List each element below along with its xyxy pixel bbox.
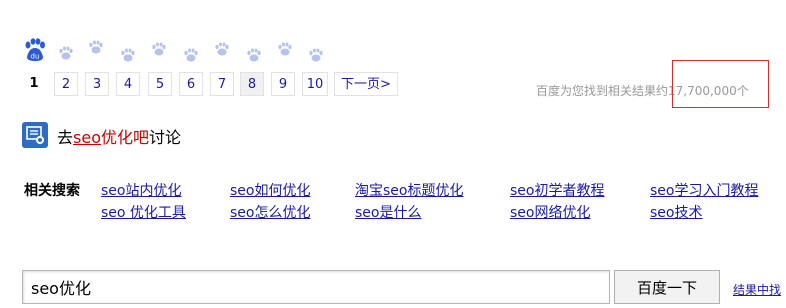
related-search-link[interactable]: seo如何优化: [230, 180, 310, 200]
tieba-link[interactable]: seo优化吧: [73, 128, 149, 147]
related-search-link[interactable]: seo怎么优化: [230, 202, 310, 222]
page-8-link[interactable]: 8: [240, 72, 264, 96]
related-search-link[interactable]: seo网络优化: [510, 202, 590, 222]
tieba-prefix: 去: [57, 128, 74, 147]
related-search-link[interactable]: 淘宝seo标题优化: [355, 180, 463, 200]
paw-icon: [246, 48, 262, 62]
tieba-suffix: 讨论: [149, 128, 182, 147]
tieba-discussion-icon: [22, 122, 48, 148]
paw-icon: [183, 48, 199, 62]
related-search-link[interactable]: seo是什么: [355, 202, 421, 222]
paw-icon: [214, 42, 230, 56]
paw-icon: [120, 48, 136, 62]
paw-icon: [277, 42, 293, 56]
related-search-link[interactable]: seo 优化工具: [101, 202, 186, 222]
tieba-discussion-line: 去seo优化吧讨论: [57, 124, 181, 148]
related-searches-title: 相关搜索: [24, 183, 80, 199]
paw-icon: [58, 46, 74, 60]
related-search-link[interactable]: seo初学者教程: [510, 180, 604, 200]
paw-icon: [151, 42, 167, 56]
search-input[interactable]: [22, 270, 610, 304]
current-page: 1: [29, 76, 39, 91]
search-in-results-link[interactable]: 结果中找: [733, 281, 781, 298]
page-6-link[interactable]: 6: [179, 72, 203, 96]
page-7-link[interactable]: 7: [210, 72, 234, 96]
page-4-link[interactable]: 4: [116, 72, 140, 96]
paw-icon: [88, 40, 104, 54]
related-search-link[interactable]: seo站内优化: [101, 180, 181, 200]
related-search-link[interactable]: seo学习入门教程: [650, 180, 758, 200]
paw-icon: [308, 48, 324, 62]
page-5-link[interactable]: 5: [148, 72, 172, 96]
highlight-annotation-box: [672, 60, 769, 108]
search-button[interactable]: 百度一下: [614, 270, 720, 304]
next-page-button[interactable]: 下一页>: [334, 72, 398, 96]
page-9-link[interactable]: 9: [271, 72, 295, 96]
related-search-link[interactable]: seo技术: [650, 202, 702, 222]
page-10-link[interactable]: 10: [302, 72, 328, 96]
svg-text:du: du: [31, 53, 40, 61]
tieba-keyword[interactable]: seo: [73, 128, 101, 147]
baidu-paw-logo-icon: du: [24, 38, 46, 62]
page-3-link[interactable]: 3: [85, 72, 109, 96]
tieba-link-tail[interactable]: 优化吧: [101, 128, 149, 147]
page-2-link[interactable]: 2: [54, 72, 78, 96]
